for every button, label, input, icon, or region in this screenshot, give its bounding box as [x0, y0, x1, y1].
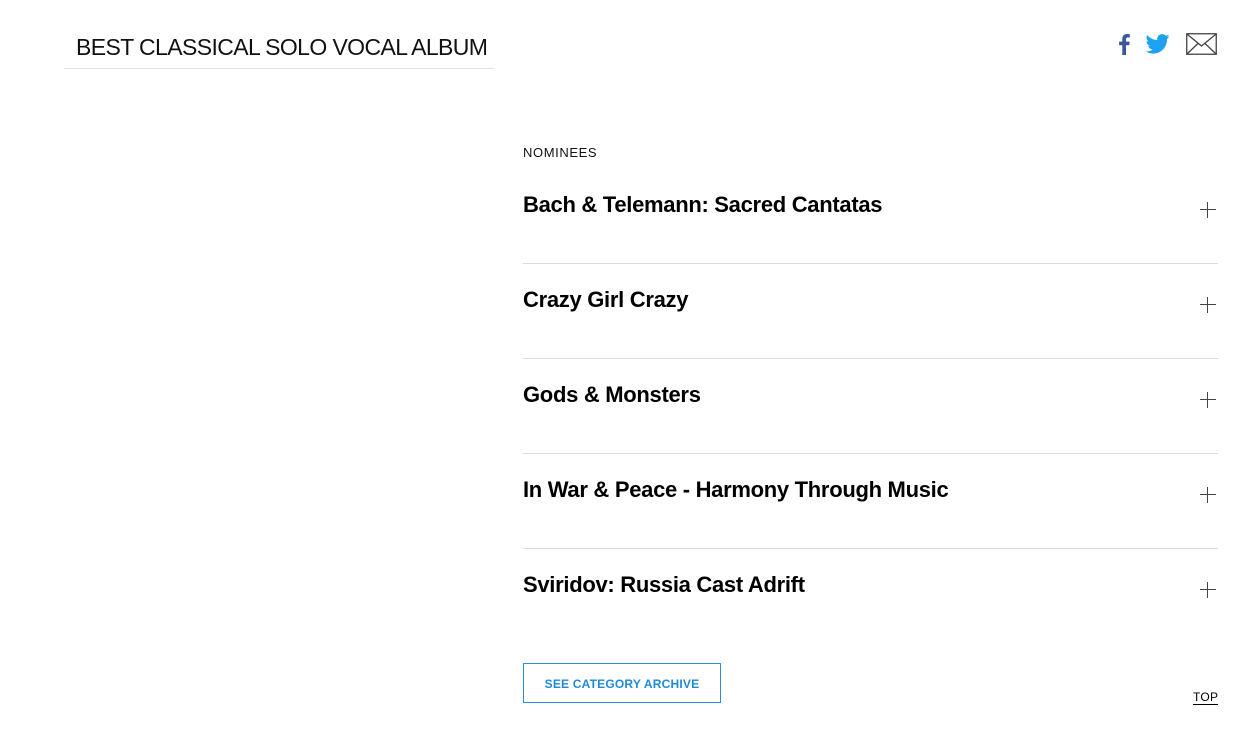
nominee-title: Gods & Monsters — [523, 382, 701, 407]
plus-icon[interactable] — [1200, 582, 1216, 598]
nominee-item[interactable]: Sviridov: Russia Cast Adrift — [523, 548, 1218, 643]
facebook-icon — [1118, 33, 1130, 55]
nominees-heading: NOMINEES — [523, 145, 598, 160]
twitter-icon — [1145, 34, 1170, 54]
email-icon — [1186, 33, 1217, 55]
nominee-title: In War & Peace - Harmony Through Music — [523, 477, 949, 502]
nominee-list: Bach & Telemann: Sacred Cantatas Crazy G… — [523, 168, 1218, 643]
plus-icon[interactable] — [1200, 202, 1216, 218]
plus-icon[interactable] — [1200, 487, 1216, 503]
category-title: BEST CLASSICAL SOLO VOCAL ALBUM — [64, 28, 494, 69]
nominee-title: Crazy Girl Crazy — [523, 287, 689, 312]
twitter-share-link[interactable] — [1145, 31, 1171, 57]
nominee-item[interactable]: Crazy Girl Crazy — [523, 263, 1218, 358]
nominee-item[interactable]: In War & Peace - Harmony Through Music — [523, 453, 1218, 548]
category-page: BEST CLASSICAL SOLO VOCAL ALBUM NOMINEES — [0, 0, 1260, 735]
see-category-archive-button[interactable]: SEE CATEGORY ARCHIVE — [523, 663, 721, 703]
plus-icon[interactable] — [1200, 392, 1216, 408]
facebook-share-link[interactable] — [1118, 31, 1134, 57]
nominee-item[interactable]: Gods & Monsters — [523, 358, 1218, 453]
email-share-link[interactable] — [1186, 31, 1218, 57]
nominee-title: Sviridov: Russia Cast Adrift — [523, 572, 805, 597]
plus-icon[interactable] — [1200, 297, 1216, 313]
back-to-top-link[interactable]: TOP — [1193, 690, 1219, 705]
nominee-title: Bach & Telemann: Sacred Cantatas — [523, 192, 883, 217]
nominee-item[interactable]: Bach & Telemann: Sacred Cantatas — [523, 168, 1218, 263]
